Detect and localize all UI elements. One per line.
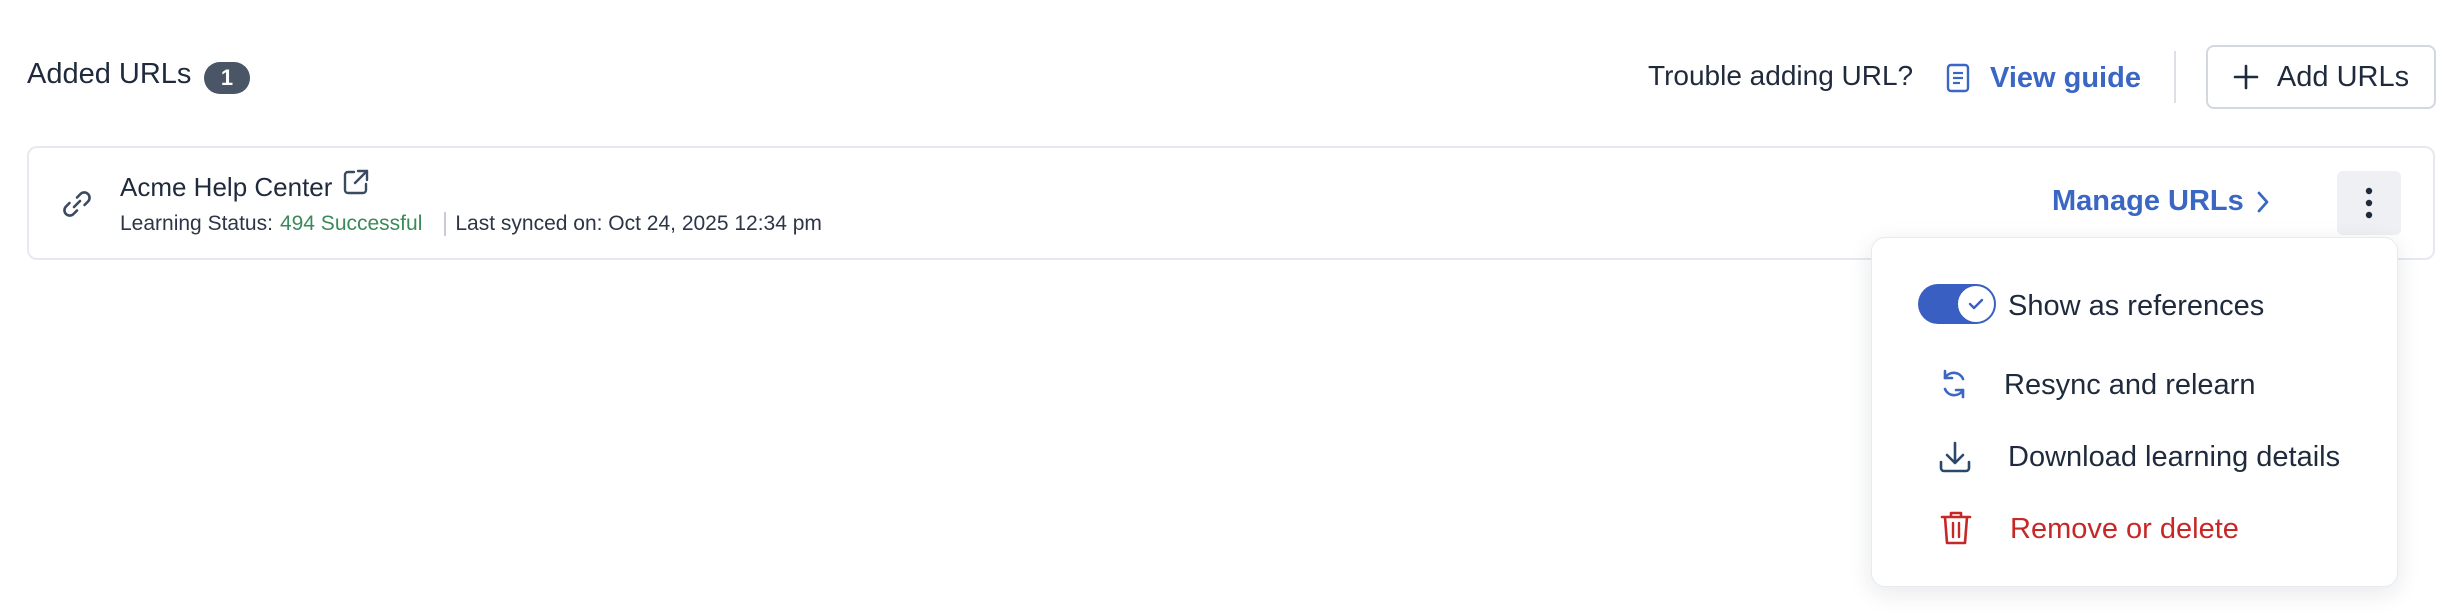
- url-count-badge: 1: [204, 62, 250, 94]
- learning-status-row: Learning Status: 494 Successful Last syn…: [120, 212, 822, 236]
- add-urls-label: Add URLs: [2276, 60, 2410, 93]
- plus-icon: [2233, 64, 2259, 90]
- check-icon: [1968, 298, 1984, 310]
- trouble-text: Trouble adding URL?: [1648, 60, 1914, 91]
- menu-item-resync[interactable]: Resync and relearn: [2004, 369, 2255, 402]
- document-icon: [1946, 63, 1970, 93]
- chevron-right-icon: [2257, 191, 2269, 212]
- status-divider: [444, 212, 447, 236]
- view-guide-link[interactable]: View guide: [1946, 55, 2141, 101]
- toggle-knob: [1956, 284, 1996, 324]
- view-guide-label: View guide: [1990, 61, 2141, 94]
- trash-icon: [1940, 510, 1972, 551]
- url-source-name: Acme Help Center: [120, 172, 333, 202]
- manage-urls-link[interactable]: Manage URLs: [2052, 185, 2270, 218]
- added-urls-title: Added URLs: [27, 58, 192, 90]
- manage-urls-label: Manage URLs: [2052, 185, 2244, 217]
- link-icon: [61, 188, 93, 225]
- last-synced-text: Last synced on: Oct 24, 2025 12:34 pm: [455, 212, 822, 235]
- menu-item-download[interactable]: Download learning details: [2008, 441, 2340, 474]
- menu-item-remove[interactable]: Remove or delete: [2010, 513, 2239, 546]
- learning-status-value: 494 Successful: [279, 212, 423, 235]
- header-divider: [2174, 51, 2176, 103]
- more-options-button[interactable]: [2337, 171, 2401, 235]
- learning-status-label: Learning Status:: [120, 212, 273, 235]
- menu-item-show-references[interactable]: Show as references: [2008, 290, 2264, 323]
- kebab-menu-icon: [2365, 187, 2373, 219]
- add-urls-button[interactable]: Add URLs: [2206, 45, 2436, 109]
- refresh-icon: [1938, 368, 1970, 405]
- download-icon: [1938, 440, 1972, 479]
- external-link-icon[interactable]: [342, 168, 370, 201]
